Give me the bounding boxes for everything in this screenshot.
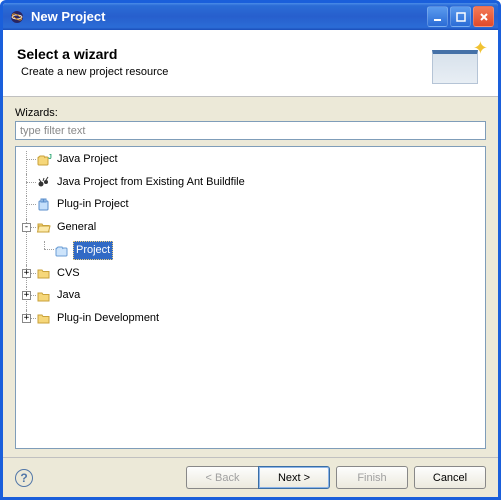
- folder-icon: [36, 310, 52, 326]
- next-button[interactable]: Next >: [258, 466, 330, 489]
- header-subtitle: Create a new project resource: [17, 66, 428, 78]
- tree-item-plugin-dev[interactable]: Plug-in Development: [55, 310, 161, 327]
- ant-icon: [36, 174, 52, 190]
- eclipse-app-icon: [9, 9, 25, 25]
- back-button: < Back: [186, 466, 258, 489]
- tree-expand[interactable]: +: [22, 314, 31, 323]
- tree-item-plugin-project[interactable]: Plug-in Project: [55, 196, 131, 213]
- dialog-footer: ? < Back Next > Finish Cancel: [3, 457, 498, 497]
- tree-expander: [22, 178, 31, 187]
- tree-item-java-project[interactable]: Java Project: [55, 151, 120, 168]
- tree-collapse[interactable]: -: [22, 223, 31, 232]
- tree-expander: [40, 245, 49, 254]
- plugin-project-icon: [36, 197, 52, 213]
- folder-open-icon: [36, 219, 52, 235]
- help-icon[interactable]: ?: [15, 469, 33, 487]
- close-button[interactable]: [473, 6, 494, 27]
- wizard-tree[interactable]: J Java Project Java Project from Existin…: [15, 146, 486, 449]
- wizard-banner-icon: ✦: [428, 40, 486, 84]
- tree-expander: [22, 200, 31, 209]
- finish-button: Finish: [336, 466, 408, 489]
- folder-icon: [36, 288, 52, 304]
- java-project-icon: J: [36, 152, 52, 168]
- cancel-button[interactable]: Cancel: [414, 466, 486, 489]
- project-icon: [54, 243, 70, 259]
- header-title: Select a wizard: [17, 46, 428, 62]
- minimize-button[interactable]: [427, 6, 448, 27]
- tree-item-project-selected[interactable]: Project: [73, 241, 113, 260]
- window-title: New Project: [31, 9, 427, 24]
- tree-expander: [22, 155, 31, 164]
- folder-icon: [36, 265, 52, 281]
- filter-input[interactable]: [15, 121, 486, 140]
- tree-expand[interactable]: +: [22, 291, 31, 300]
- tree-expand[interactable]: +: [22, 269, 31, 278]
- tree-item-cvs[interactable]: CVS: [55, 265, 82, 282]
- dialog-header: Select a wizard Create a new project res…: [3, 30, 498, 97]
- wizards-label: Wizards:: [15, 107, 486, 119]
- tree-item-general[interactable]: General: [55, 219, 98, 236]
- maximize-button[interactable]: [450, 6, 471, 27]
- titlebar[interactable]: New Project: [3, 3, 498, 30]
- tree-item-java[interactable]: Java: [55, 287, 82, 304]
- svg-text:J: J: [48, 154, 52, 161]
- tree-item-java-project-ant[interactable]: Java Project from Existing Ant Buildfile: [55, 174, 247, 191]
